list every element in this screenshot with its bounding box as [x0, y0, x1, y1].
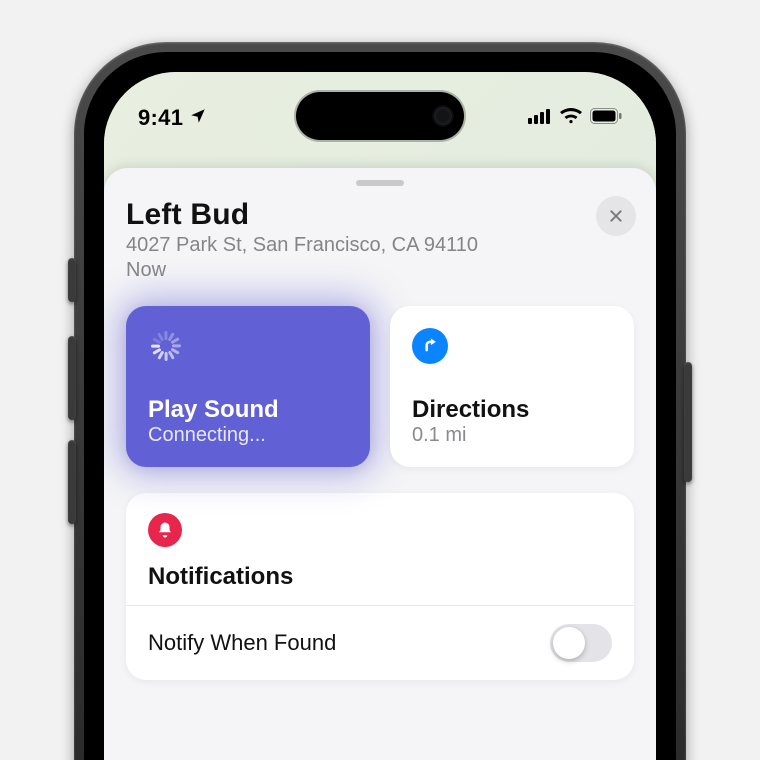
device-address: 4027 Park St, San Francisco, CA 94110	[126, 234, 634, 257]
front-camera	[434, 107, 452, 125]
notifications-section: Notifications Notify When Found	[126, 493, 634, 680]
sheet-grabber[interactable]	[356, 180, 404, 186]
location-services-icon	[189, 105, 207, 131]
battery-icon	[590, 108, 622, 129]
directions-distance: 0.1 mi	[412, 424, 612, 447]
device-timestamp: Now	[126, 259, 634, 282]
volume-up-button	[68, 336, 76, 420]
play-sound-card[interactable]: Play Sound Connecting...	[126, 306, 370, 467]
close-icon	[608, 208, 624, 224]
toggle-knob	[553, 627, 585, 659]
connecting-spinner-icon	[148, 328, 184, 364]
cellular-signal-icon	[528, 108, 552, 129]
notify-when-found-label: Notify When Found	[148, 630, 336, 656]
device-title: Left Bud	[126, 198, 249, 232]
bell-icon	[148, 513, 182, 547]
volume-down-button	[68, 440, 76, 524]
play-sound-title: Play Sound	[148, 396, 348, 424]
side-power-button	[684, 362, 692, 482]
notify-when-found-toggle[interactable]	[550, 624, 612, 662]
close-button[interactable]	[596, 196, 636, 236]
device-detail-sheet[interactable]: Left Bud 4027 Park St, San Francisco, CA…	[104, 168, 656, 760]
directions-icon	[412, 328, 448, 364]
directions-title: Directions	[412, 396, 612, 424]
notify-when-found-row[interactable]: Notify When Found	[148, 606, 612, 680]
silence-switch	[68, 258, 76, 302]
directions-card[interactable]: Directions 0.1 mi	[390, 306, 634, 467]
wifi-icon	[560, 108, 582, 129]
notifications-title: Notifications	[148, 563, 612, 591]
status-time: 9:41	[138, 105, 183, 131]
phone-device-frame: 9:41	[74, 42, 686, 760]
dynamic-island	[296, 92, 464, 140]
sheet-header: Left Bud 4027 Park St, San Francisco, CA…	[126, 198, 634, 282]
phone-screen: 9:41	[104, 72, 656, 760]
play-sound-status: Connecting...	[148, 424, 348, 447]
